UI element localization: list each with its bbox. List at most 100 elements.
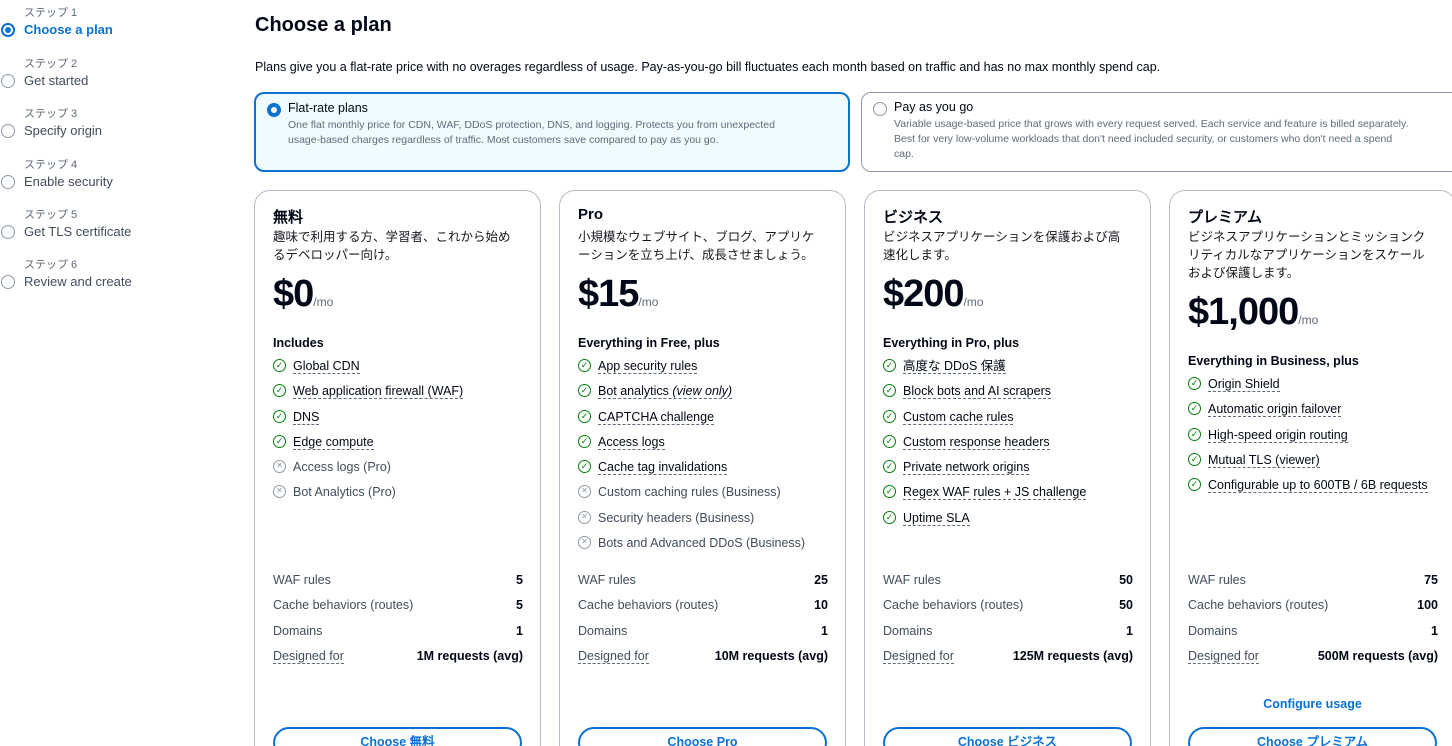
feature-text[interactable]: Automatic origin failover (1208, 402, 1342, 418)
check-circle-icon: ✓ (578, 460, 591, 474)
metric-row: Domains 1 (578, 622, 828, 647)
feature-text[interactable]: App security rules (598, 359, 698, 374)
plan-subtitle-line: 趣味で利用する方、学習者、これから始め (273, 230, 511, 244)
price-unit: /mo (638, 295, 659, 309)
feature-label: Bot analytics (598, 384, 669, 399)
x-circle-icon: ✕ (578, 510, 591, 524)
price-amount: $0 (273, 273, 314, 315)
feature-text[interactable]: Bot analytics (view only) (598, 384, 733, 400)
feature-label: Bot Analytics (Pro) (293, 485, 396, 500)
metric-row: Domains 1 (1188, 622, 1438, 647)
step-number: ステップ 5 (24, 209, 78, 221)
feature-text: Bots and Advanced DDoS (Business) (598, 536, 805, 550)
choose-plan-button[interactable]: Choose プレミアム (1188, 727, 1437, 746)
step-label[interactable]: Choose a plan (24, 22, 113, 37)
metric-label[interactable]: Designed for (273, 649, 344, 665)
feature-item: ✕ Bot Analytics (Pro) (273, 483, 463, 508)
option-description: One flat monthly price for CDN, WAF, DDo… (288, 118, 775, 148)
feature-text[interactable]: Custom response headers (903, 434, 1050, 450)
feature-item: ✓ 高度な DDoS 保護 (883, 357, 1086, 382)
feature-text[interactable]: Access logs (598, 434, 665, 450)
feature-label: Custom cache rules (903, 409, 1014, 424)
metric-row: Designed for 10M requests (avg) (578, 647, 828, 672)
metric-value: 100 (1417, 598, 1438, 613)
feature-text[interactable]: Configurable up to 600TB / 6B requests (1208, 478, 1428, 494)
configure-usage-link[interactable]: Configure usage (1170, 697, 1452, 711)
feature-text[interactable]: High-speed origin routing (1208, 427, 1348, 443)
feature-text[interactable]: Custom cache rules (903, 409, 1014, 425)
plan-metrics: WAF rules 25 Cache behaviors (routes) 10 Dom… (578, 571, 828, 673)
plan-subtitle: ビジネスアプリケーションとミッションク リティカルなアプリケーションをスケール およ… (1188, 228, 1440, 282)
pay-as-you-go-option[interactable]: Pay as you go Variable usage-based price… (861, 92, 1452, 172)
feature-text[interactable]: 高度な DDoS 保護 (903, 359, 1006, 374)
check-circle-icon: ✓ (273, 359, 286, 372)
plan-card: 無料 趣味で利用する方、学習者、これから始め るデベロッパー向け。 $0/mo Incl… (254, 190, 541, 746)
page-description: Plans give you a flat-rate price with no… (255, 60, 1161, 74)
check-circle-icon: ✓ (1188, 427, 1201, 441)
check-circle-icon: ✓ (883, 384, 896, 398)
feature-text[interactable]: CAPTCHA challenge (598, 409, 715, 425)
features-heading: Everything in Free, plus (578, 336, 720, 350)
feature-text[interactable]: Cache tag invalidations (598, 460, 728, 476)
feature-text[interactable]: Mutual TLS (viewer) (1208, 452, 1320, 468)
price-amount: $200 (883, 273, 965, 315)
feature-text[interactable]: Private network origins (903, 460, 1030, 476)
feature-label: Global CDN (293, 359, 360, 373)
feature-label: App security rules (598, 359, 698, 373)
option-title: Pay as you go (894, 100, 974, 114)
feature-label: Custom response headers (903, 434, 1050, 449)
feature-text[interactable]: DNS (293, 409, 320, 425)
metric-row: Designed for 125M requests (avg) (883, 647, 1133, 672)
feature-label: Security headers (Business) (598, 510, 755, 525)
x-circle-icon: ✕ (578, 536, 591, 550)
feature-item: ✓ Access logs (578, 433, 805, 458)
feature-text[interactable]: Block bots and AI scrapers (903, 384, 1051, 400)
metric-label[interactable]: Designed for (578, 649, 649, 665)
feature-label: Bots and Advanced DDoS (Business) (598, 536, 806, 551)
radio-selected-icon[interactable] (267, 103, 281, 117)
feature-text[interactable]: Uptime SLA (903, 510, 970, 526)
step-label[interactable]: Review and create (24, 274, 132, 289)
feature-text[interactable]: Regex WAF rules + JS challenge (903, 485, 1087, 501)
feature-item: ✓ Global CDN (273, 357, 463, 382)
choose-plan-button[interactable]: Choose 無料 (273, 727, 522, 746)
check-circle-icon: ✓ (1188, 402, 1201, 416)
metric-label: WAF rules (883, 573, 941, 587)
plan-subtitle: 趣味で利用する方、学習者、これから始め るデベロッパー向け。 (273, 228, 525, 264)
plan-price: $15/mo (578, 273, 658, 316)
feature-text[interactable]: Origin Shield (1208, 377, 1280, 392)
step-label[interactable]: Enable security (24, 174, 113, 189)
feature-text[interactable]: Edge compute (293, 434, 374, 450)
step-indicator (1, 124, 15, 138)
feature-item: ✓ Bot analytics (view only) (578, 382, 805, 407)
plan-subtitle: 小規模なウェブサイト、ブログ、アプリケ ーションを立ち上げ、成長させましょう。 (578, 228, 830, 264)
metric-label[interactable]: Designed for (1188, 649, 1259, 665)
choose-plan-button[interactable]: Choose ビジネス (883, 727, 1132, 746)
step-label[interactable]: Get started (24, 73, 88, 88)
feature-text[interactable]: Web application firewall (WAF) (293, 384, 464, 400)
feature-text[interactable]: Global CDN (293, 359, 360, 374)
feature-item: ✓ High-speed origin routing (1188, 426, 1428, 451)
step-label[interactable]: Get TLS certificate (24, 224, 131, 239)
step-label[interactable]: Specify origin (24, 123, 102, 138)
feature-item: ✕ Custom caching rules (Business) (578, 483, 805, 508)
metric-label[interactable]: Designed for (883, 649, 954, 665)
choose-plan-button[interactable]: Choose Pro (578, 727, 827, 746)
metric-row: Designed for 500M requests (avg) (1188, 647, 1438, 672)
feature-item: ✓ Uptime SLA (883, 509, 1086, 534)
metric-label: Domains (273, 623, 323, 638)
price-unit: /mo (313, 295, 334, 309)
feature-label: Private network origins (903, 460, 1030, 475)
metric-label: WAF rules (1188, 573, 1246, 587)
radio-unselected-icon[interactable] (873, 102, 887, 116)
check-circle-icon: ✓ (1188, 377, 1201, 390)
feature-item: ✓ App security rules (578, 357, 805, 382)
step-number: ステップ 3 (24, 108, 78, 120)
feature-label: CAPTCHA challenge (598, 409, 715, 424)
check-circle-icon: ✓ (883, 434, 896, 448)
metric-value: 1 (1126, 623, 1133, 638)
feature-item: ✓ DNS (273, 408, 463, 433)
plan-name: ビジネス (883, 209, 944, 226)
feature-label: Access logs (598, 434, 665, 449)
flat-rate-option[interactable]: Flat-rate plans One flat monthly price f… (254, 92, 850, 172)
